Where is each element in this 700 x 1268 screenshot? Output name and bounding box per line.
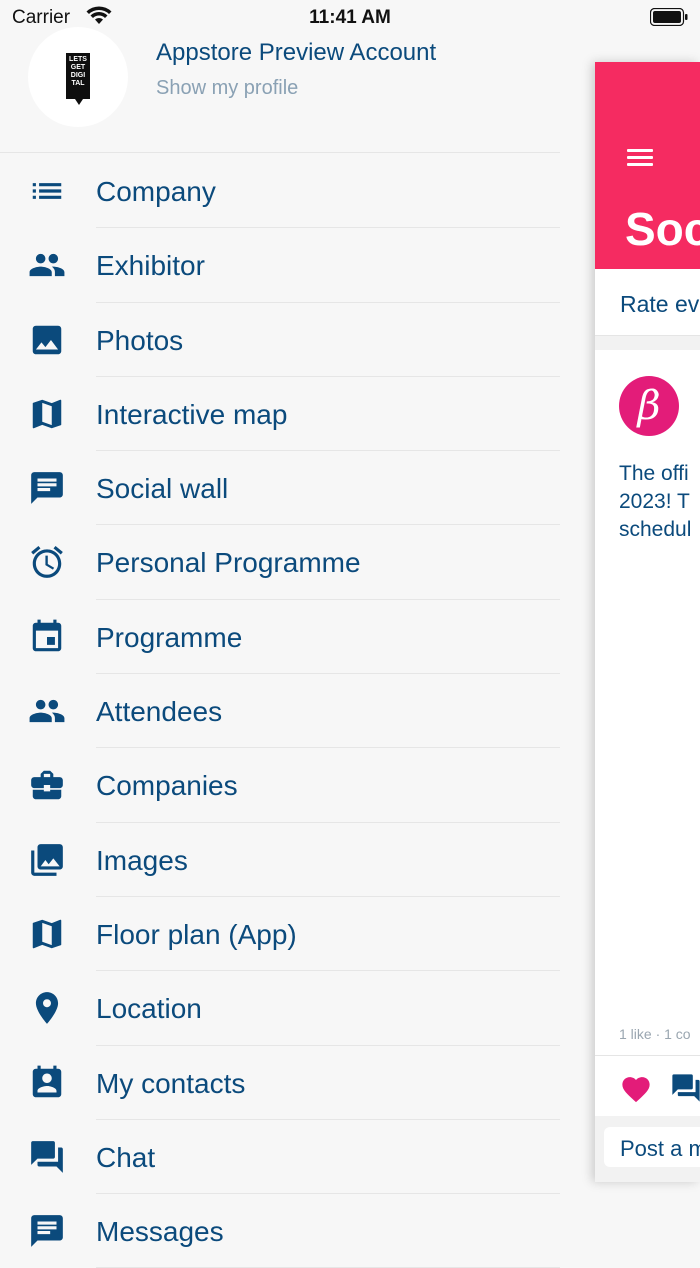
image-icon	[28, 321, 66, 359]
menu-label: Images	[96, 844, 188, 876]
menu-label: Messages	[96, 1216, 224, 1248]
menu-item-company[interactable]: Company	[0, 154, 560, 229]
drawer-menu: Company Exhibitor Photos Interactive map…	[0, 154, 560, 1268]
menu-item-companies[interactable]: Companies	[0, 748, 560, 823]
likes-count: 1 like · 1 co	[619, 1026, 691, 1042]
menu-item-location[interactable]: Location	[0, 971, 560, 1046]
menu-label: Exhibitor	[96, 250, 205, 282]
account-name[interactable]: Appstore Preview Account	[156, 39, 436, 67]
menu-label: Chat	[96, 1141, 156, 1173]
account-avatar[interactable]: LETS GET DIGI TAL	[28, 27, 128, 127]
menu-label: Floor plan (App)	[96, 918, 297, 950]
messages-icon	[28, 1212, 66, 1250]
location-pin-icon	[28, 989, 66, 1027]
battery-icon	[649, 7, 688, 27]
menu-item-personal-programme[interactable]: Personal Programme	[0, 525, 560, 600]
menu-item-attendees[interactable]: Attendees	[0, 674, 560, 749]
menu-label: Programme	[96, 621, 243, 653]
menu-item-photos[interactable]: Photos	[0, 303, 560, 377]
show-profile-link[interactable]: Show my profile	[156, 77, 298, 100]
menu-item-my-contacts[interactable]: My contacts	[0, 1046, 560, 1120]
comment-icon[interactable]	[669, 1073, 700, 1103]
menu-label: Companies	[96, 770, 238, 802]
menu-item-chat[interactable]: Chat	[0, 1120, 560, 1195]
menu-item-programme[interactable]: Programme	[0, 600, 560, 675]
post-message-placeholder: Post a m	[620, 1136, 700, 1161]
calendar-icon	[28, 618, 66, 656]
briefcase-icon	[28, 766, 66, 804]
page-title: Soc	[625, 203, 700, 255]
post-actions	[595, 1055, 700, 1116]
alarm-icon	[28, 543, 66, 581]
people-icon	[28, 692, 66, 730]
hamburger-menu-icon[interactable]	[627, 149, 653, 167]
menu-item-floor-plan[interactable]: Floor plan (App)	[0, 897, 560, 972]
menu-label: My contacts	[96, 1067, 246, 1099]
menu-item-interactive-map[interactable]: Interactive map	[0, 377, 560, 452]
menu-label: Company	[96, 176, 216, 207]
contact-card-icon	[28, 1064, 66, 1102]
post-card[interactable]: β The offi 2023! T schedul 1 like · 1 co	[595, 350, 700, 1055]
rate-event-bar[interactable]: Rate ev	[595, 269, 700, 336]
heart-icon[interactable]	[619, 1073, 653, 1103]
menu-item-images[interactable]: Images	[0, 823, 560, 897]
message-icon	[28, 469, 66, 507]
menu-label: Interactive map	[96, 398, 288, 430]
header-divider	[0, 152, 560, 153]
chat-icon	[28, 1138, 66, 1176]
status-bar: Carrier 11:41 AM	[0, 0, 700, 36]
clock: 11:41 AM	[309, 7, 391, 28]
list-icon	[28, 172, 66, 210]
post-text: The offi 2023! T schedul	[619, 462, 692, 541]
app-logo: LETS GET DIGI TAL	[66, 53, 90, 105]
post-message-input[interactable]: Post a m	[604, 1127, 700, 1167]
map-icon	[28, 915, 66, 953]
menu-label: Location	[96, 993, 202, 1025]
menu-label: Personal Programme	[96, 547, 361, 579]
map-icon	[28, 395, 66, 433]
menu-item-exhibitor[interactable]: Exhibitor	[0, 228, 560, 303]
menu-item-social-wall[interactable]: Social wall	[0, 451, 560, 526]
main-content-preview[interactable]: Soc Rate ev β The offi 2023! T schedul 1…	[595, 62, 700, 1182]
people-icon	[28, 246, 66, 284]
rate-event-label: Rate ev	[620, 291, 700, 317]
poster-avatar: β	[619, 376, 679, 436]
menu-label: Photos	[96, 324, 184, 356]
menu-label: Social wall	[96, 473, 229, 505]
menu-label: Attendees	[96, 696, 223, 728]
menu-item-messages[interactable]: Messages	[0, 1194, 560, 1268]
photo-library-icon	[28, 841, 66, 879]
